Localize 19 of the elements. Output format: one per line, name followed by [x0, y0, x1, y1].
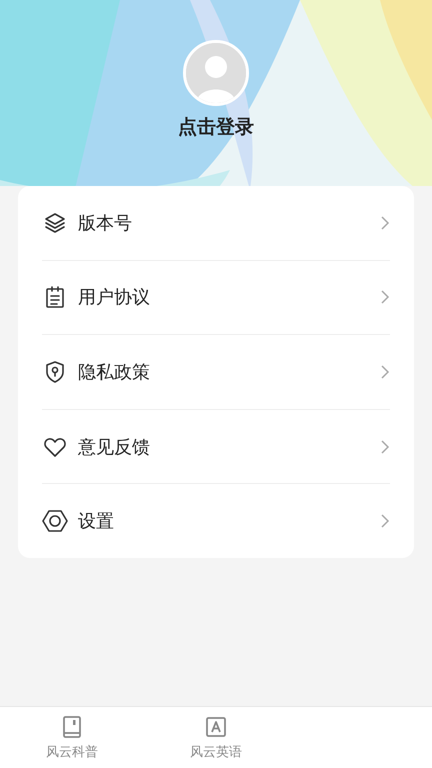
menu-item[interactable]: 意见反馈: [42, 410, 390, 484]
chevron-icon: [380, 289, 390, 306]
shield-icon: [43, 360, 67, 384]
settings-icon: [42, 509, 68, 534]
chevron-icon: [380, 214, 390, 231]
clipboard-icon: [43, 285, 67, 310]
chevron-icon: [380, 438, 390, 455]
letter-icon: [204, 714, 228, 738]
tab[interactable]: 风云英语: [144, 707, 288, 768]
chevron-icon: [380, 513, 390, 530]
book-icon: [60, 714, 84, 738]
login-link[interactable]: 点击登录: [178, 114, 254, 140]
menu-item[interactable]: 版本号: [42, 186, 390, 261]
menu-item[interactable]: 用户协议: [42, 260, 390, 336]
tab[interactable]: 风云科普: [0, 707, 144, 768]
menu-item[interactable]: 设置: [42, 484, 390, 558]
layers-icon: [43, 210, 67, 235]
chevron-icon: [380, 364, 390, 380]
menu-item[interactable]: 隐私政策: [42, 335, 390, 410]
